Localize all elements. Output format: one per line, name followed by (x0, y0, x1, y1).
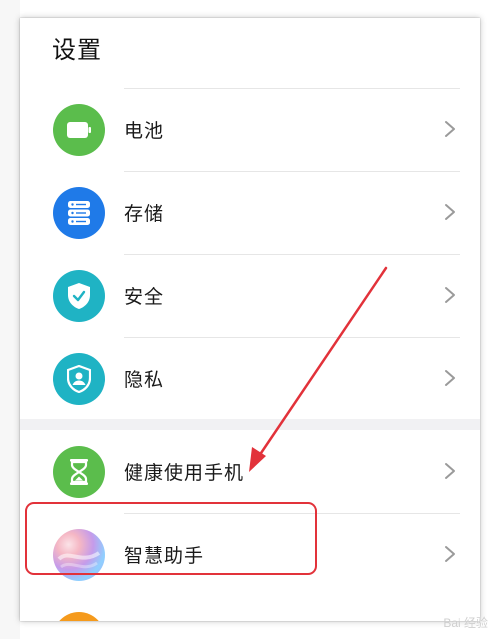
settings-item-label: 健康使用手机 (124, 462, 245, 484)
next-item-icon (53, 612, 105, 621)
chevron-right-icon (445, 370, 455, 386)
chevron-right-icon (445, 121, 455, 137)
page-title: 设置 (52, 36, 102, 64)
divider (124, 88, 460, 89)
settings-item-privacy[interactable]: 隐私 (20, 337, 480, 420)
divider (124, 254, 460, 255)
settings-item-label: 安全 (124, 286, 165, 308)
chevron-right-icon (445, 204, 455, 220)
background-edge (0, 0, 20, 639)
settings-item-label: 存储 (124, 203, 165, 225)
chevron-right-icon (445, 546, 455, 562)
battery-icon (53, 104, 105, 156)
settings-item-label: 电池 (124, 120, 165, 142)
section-gap (20, 419, 480, 430)
highlight-box (25, 502, 317, 575)
shield-check-icon (53, 270, 105, 322)
settings-item-label: 隐私 (124, 369, 165, 391)
hourglass-icon (53, 446, 105, 498)
watermark: Bai 经验 (443, 616, 488, 630)
divider (124, 171, 460, 172)
settings-item-digital-balance[interactable]: 健康使用手机 (20, 430, 480, 513)
storage-icon (53, 187, 105, 239)
chevron-right-icon (445, 287, 455, 303)
settings-item-storage[interactable]: 存储 (20, 171, 480, 254)
settings-item-battery[interactable]: 电池 (20, 88, 480, 171)
chevron-right-icon (445, 463, 455, 479)
divider (124, 337, 460, 338)
privacy-shield-icon (53, 353, 105, 405)
settings-item-security[interactable]: 安全 (20, 254, 480, 337)
